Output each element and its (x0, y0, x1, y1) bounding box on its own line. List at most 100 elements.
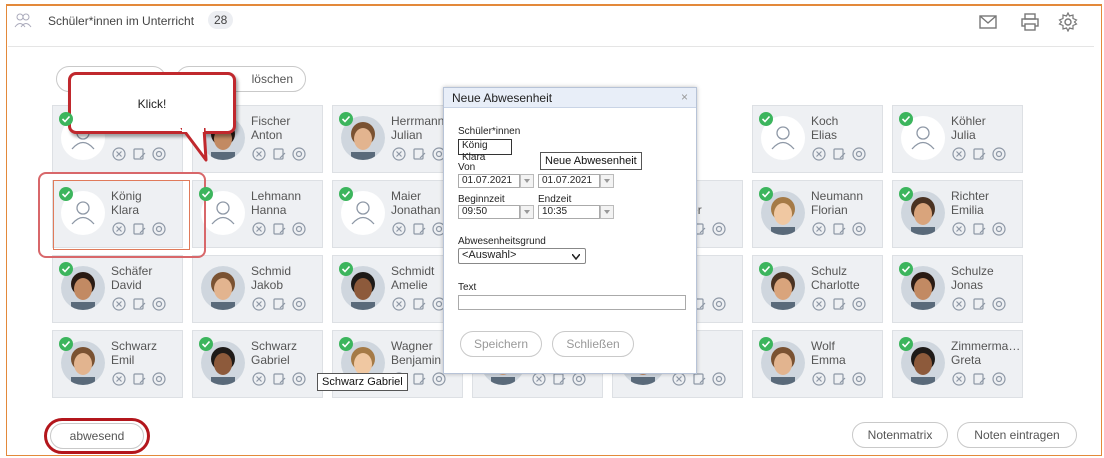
absent-x-icon[interactable] (391, 146, 407, 162)
student-first-name: Jakob (251, 278, 284, 292)
at-icon[interactable] (291, 221, 307, 237)
at-icon[interactable] (711, 371, 727, 387)
at-icon[interactable] (291, 371, 307, 387)
at-icon[interactable] (851, 146, 867, 162)
at-icon[interactable] (711, 221, 727, 237)
note-icon[interactable] (831, 146, 847, 162)
end-time-input[interactable]: 10:35 (538, 205, 600, 219)
absent-x-icon[interactable] (111, 296, 127, 312)
note-icon[interactable] (271, 371, 287, 387)
absent-x-icon[interactable] (251, 146, 267, 162)
end-time-dropdown[interactable] (600, 205, 614, 219)
at-icon[interactable] (291, 146, 307, 162)
from-date-input[interactable]: 01.07.2021 (458, 174, 520, 188)
absent-x-icon[interactable] (111, 371, 127, 387)
note-icon[interactable] (271, 296, 287, 312)
save-button[interactable]: Speichern (460, 331, 542, 357)
note-icon[interactable] (971, 221, 987, 237)
note-icon[interactable] (971, 146, 987, 162)
student-card[interactable]: Schulz Charlotte (752, 255, 883, 323)
absent-x-icon[interactable] (951, 296, 967, 312)
start-time-dropdown[interactable] (520, 205, 534, 219)
reason-select[interactable]: <Auswahl> (458, 248, 586, 264)
grade-matrix-button[interactable]: Notenmatrix (852, 422, 948, 448)
highlight-absent-button (44, 418, 150, 454)
note-icon[interactable] (831, 296, 847, 312)
note-icon[interactable] (131, 296, 147, 312)
student-name: Richter Emilia (951, 189, 1021, 217)
student-card[interactable]: Koch Elias (752, 105, 883, 173)
note-icon[interactable] (831, 221, 847, 237)
absent-x-icon[interactable] (951, 221, 967, 237)
from-date-dropdown[interactable] (520, 174, 534, 188)
student-actions (251, 296, 321, 312)
absent-x-icon[interactable] (811, 146, 827, 162)
note-icon[interactable] (831, 371, 847, 387)
present-check-icon (199, 337, 213, 351)
note-icon[interactable] (411, 296, 427, 312)
start-time-input[interactable]: 09:50 (458, 205, 520, 219)
student-card[interactable]: Wolf Emma (752, 330, 883, 398)
at-icon[interactable] (991, 371, 1007, 387)
student-card[interactable]: Zimmerma… Greta (892, 330, 1023, 398)
student-name: Schulze Jonas (951, 264, 1021, 292)
note-icon[interactable] (131, 371, 147, 387)
at-icon[interactable] (991, 221, 1007, 237)
at-icon[interactable] (151, 146, 167, 162)
note-icon[interactable] (971, 371, 987, 387)
student-card[interactable]: Schulze Jonas (892, 255, 1023, 323)
student-card[interactable]: Schäfer David (52, 255, 183, 323)
student-actions (811, 146, 881, 162)
enter-grades-button[interactable]: Noten eintragen (957, 422, 1077, 448)
close-icon[interactable]: × (681, 90, 688, 104)
from-label: Von (458, 162, 476, 173)
at-icon[interactable] (851, 296, 867, 312)
student-card[interactable]: Richter Emilia (892, 180, 1023, 248)
note-icon[interactable] (271, 221, 287, 237)
note-icon[interactable] (971, 296, 987, 312)
student-card[interactable]: Lehmann Hanna (192, 180, 323, 248)
note-icon[interactable] (411, 371, 427, 387)
at-icon[interactable] (151, 296, 167, 312)
at-icon[interactable] (991, 296, 1007, 312)
text-input[interactable] (458, 295, 686, 310)
to-date-dropdown[interactable] (600, 174, 614, 188)
selection-box (53, 180, 190, 250)
to-date-input[interactable]: 01.07.2021 (538, 174, 600, 188)
student-card[interactable]: Köhler Julia (892, 105, 1023, 173)
student-label: Schüler*innen (458, 126, 521, 137)
student-card[interactable]: Schmid Jakob (192, 255, 323, 323)
absent-x-icon[interactable] (811, 371, 827, 387)
at-icon[interactable] (851, 221, 867, 237)
at-icon[interactable] (711, 296, 727, 312)
at-icon[interactable] (291, 296, 307, 312)
close-button[interactable]: Schließen (552, 331, 634, 357)
at-icon[interactable] (851, 371, 867, 387)
note-icon[interactable] (411, 221, 427, 237)
note-icon[interactable] (411, 146, 427, 162)
note-icon[interactable] (131, 146, 147, 162)
absent-x-icon[interactable] (111, 146, 127, 162)
absent-x-icon[interactable] (251, 296, 267, 312)
student-card[interactable]: Schwarz Gabriel (192, 330, 323, 398)
gear-icon[interactable] (1058, 12, 1078, 32)
student-first-name: Charlotte (811, 278, 860, 292)
student-card[interactable]: Schwarz Emil (52, 330, 183, 398)
absent-x-icon[interactable] (811, 296, 827, 312)
absent-x-icon[interactable] (811, 221, 827, 237)
absent-x-icon[interactable] (951, 146, 967, 162)
student-card[interactable]: Neumann Florian (752, 180, 883, 248)
student-name: Fischer Anton (251, 114, 321, 142)
absent-x-icon[interactable] (391, 296, 407, 312)
student-first-name: Emilia (951, 203, 984, 217)
absent-x-icon[interactable] (951, 371, 967, 387)
at-icon[interactable] (991, 146, 1007, 162)
absent-x-icon[interactable] (391, 221, 407, 237)
print-icon[interactable] (1020, 12, 1040, 32)
student-field[interactable]: König Klara (458, 139, 512, 163)
mail-icon[interactable] (978, 12, 998, 32)
absent-x-icon[interactable] (251, 221, 267, 237)
absent-x-icon[interactable] (251, 371, 267, 387)
note-icon[interactable] (271, 146, 287, 162)
at-icon[interactable] (151, 371, 167, 387)
